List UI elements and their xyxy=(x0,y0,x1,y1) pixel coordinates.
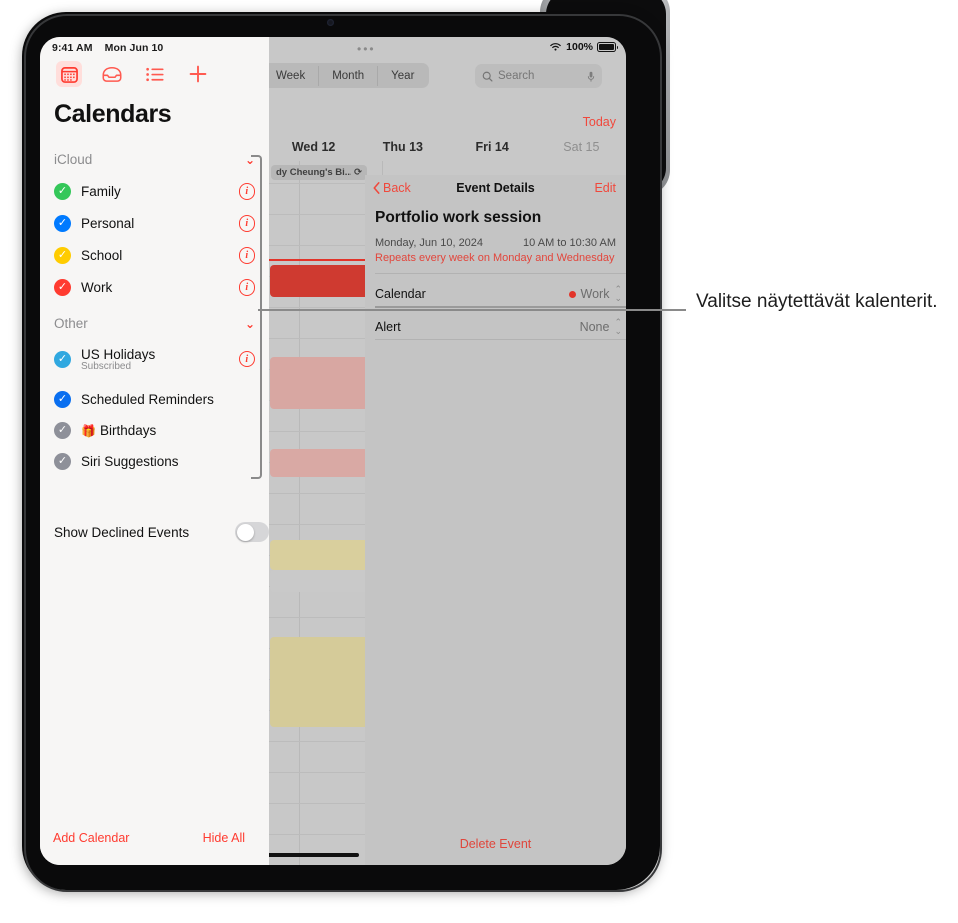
checkmark-icon[interactable]: ✓ xyxy=(54,247,71,264)
callout-leader-line xyxy=(258,309,686,311)
section-label: Other xyxy=(54,316,88,331)
section-label: iCloud xyxy=(54,152,93,167)
segment-week[interactable]: Week xyxy=(263,66,318,86)
day-header-sat[interactable]: Sat 15 xyxy=(537,140,626,161)
add-calendar-button[interactable]: Add Calendar xyxy=(53,831,129,845)
detail-row-key: Calendar xyxy=(375,287,426,301)
segment-month[interactable]: Month xyxy=(318,65,377,86)
show-declined-label: Show Declined Events xyxy=(54,524,190,540)
edit-button[interactable]: Edit xyxy=(594,181,616,195)
sidebar-item-personal[interactable]: ✓ Personal i xyxy=(54,209,255,238)
event-time: 10 AM to 10:30 AM xyxy=(523,237,616,249)
all-day-event-label: dy Cheung's Bi... xyxy=(276,167,352,178)
detail-row-alert[interactable]: Alert None ⌃ ⌄ xyxy=(375,318,622,336)
delete-event-button[interactable]: Delete Event xyxy=(365,837,626,851)
alert-value: None xyxy=(579,320,610,334)
day-header-fri[interactable]: Fri 14 xyxy=(448,140,537,161)
calendar-color-dot xyxy=(568,290,576,298)
list-view-icon[interactable] xyxy=(142,61,168,87)
front-camera-icon xyxy=(327,19,334,26)
status-bar-right: 100% xyxy=(549,41,619,53)
checkmark-icon[interactable]: ✓ xyxy=(54,453,71,470)
today-button[interactable]: Today xyxy=(583,115,616,129)
sidebar-item-work[interactable]: ✓ Work i xyxy=(54,273,255,302)
event-details-navbar: Back Event Details Edit xyxy=(365,175,626,203)
updown-chevron-icon[interactable]: ⌃ ⌄ xyxy=(614,318,622,336)
page-title: Calendars xyxy=(54,100,172,128)
sidebar-item-siri-suggestions[interactable]: ✓ Siri Suggestions xyxy=(54,447,255,476)
detail-row-key: Alert xyxy=(375,320,401,334)
checkmark-icon[interactable]: ✓ xyxy=(54,422,71,439)
event-datetime: Monday, Jun 10, 2024 10 AM to 10:30 AM xyxy=(375,237,616,249)
calendar-name-label: Family xyxy=(81,184,121,199)
all-day-event-chip[interactable]: dy Cheung's Bi... ⟳ xyxy=(271,165,367,180)
view-mode-segmented-control[interactable]: Week Month Year xyxy=(261,63,430,88)
detail-row-calendar[interactable]: Calendar Work ⌃ ⌄ xyxy=(375,285,622,303)
microphone-icon xyxy=(587,71,595,82)
sidebar-item-us-holidays[interactable]: ✓ US Holidays Subscribed i xyxy=(54,342,255,376)
day-header-row: Wed 12 Thu 13 Fri 14 Sat 15 xyxy=(269,140,626,161)
sidebar-item-school[interactable]: ✓ School i xyxy=(54,241,255,270)
wifi-icon xyxy=(550,43,561,51)
show-declined-toggle[interactable] xyxy=(235,522,269,542)
calendar-name-label: Scheduled Reminders xyxy=(81,392,214,407)
sidebar-item-family[interactable]: ✓ Family i xyxy=(54,177,255,206)
day-header-thu[interactable]: Thu 13 xyxy=(358,140,447,161)
status-bar-left: 9:41 AM Mon Jun 10 xyxy=(52,42,163,54)
status-time: 9:41 AM xyxy=(52,42,93,54)
calendar-name-label: Work xyxy=(81,280,113,295)
calendar-subtitle: Subscribed xyxy=(81,360,132,372)
sidebar-item-scheduled-reminders[interactable]: ✓ Scheduled Reminders xyxy=(54,385,255,414)
calendar-name-label: Siri Suggestions xyxy=(81,454,179,469)
detail-row-value: None ⌃ ⌄ xyxy=(580,318,622,336)
inbox-icon[interactable] xyxy=(99,61,125,87)
event-details-panel: Back Event Details Edit Portfolio work s… xyxy=(365,175,626,865)
ipad-screen: ••• 100% Week Month Year Search Today We… xyxy=(40,37,626,865)
checkmark-icon[interactable]: ✓ xyxy=(54,391,71,408)
event-title: Portfolio work session xyxy=(375,209,542,226)
calendars-sidebar: 9:41 AM Mon Jun 10 Calendars iCloud ⌄ ✓ xyxy=(40,37,269,865)
gift-icon: 🎁 xyxy=(81,423,96,438)
calendar-title: US Holidays xyxy=(81,346,156,362)
checkmark-icon[interactable]: ✓ xyxy=(54,215,71,232)
multitask-grabber-icon[interactable]: ••• xyxy=(357,43,376,55)
divider xyxy=(375,306,626,308)
status-date: Mon Jun 10 xyxy=(104,42,164,54)
battery-icon xyxy=(597,42,619,52)
section-header-icloud[interactable]: iCloud ⌄ xyxy=(54,152,255,167)
segment-year[interactable]: Year xyxy=(377,65,427,86)
checkmark-icon[interactable]: ✓ xyxy=(54,183,71,200)
search-placeholder: Search xyxy=(498,70,535,82)
show-declined-events-row[interactable]: Show Declined Events xyxy=(54,522,269,542)
checkmark-icon[interactable]: ✓ xyxy=(54,279,71,296)
checkmark-icon[interactable]: ✓ xyxy=(54,350,71,368)
search-field[interactable]: Search xyxy=(475,64,602,88)
calendar-name-label: Birthdays xyxy=(99,423,157,438)
callout-text: Valitse näytettävät kalenterit. xyxy=(696,291,938,312)
calendar-name-label: Personal xyxy=(81,216,135,231)
calendar-name: Work xyxy=(580,287,610,301)
sidebar-item-birthdays[interactable]: ✓ 🎁 Birthdays xyxy=(54,416,255,445)
calendar-name-label: School xyxy=(81,248,123,263)
sidebar-footer: Add Calendar Hide All xyxy=(40,819,269,865)
add-icon[interactable] xyxy=(185,61,211,87)
calendar-name-label: US Holidays Subscribed xyxy=(81,347,239,372)
search-icon xyxy=(482,71,493,82)
callout-bracket xyxy=(251,155,262,479)
detail-row-value: Work ⌃ ⌄ xyxy=(568,285,622,303)
divider xyxy=(375,339,626,340)
repeat-icon: ⟳ xyxy=(354,167,362,178)
sidebar-toolbar xyxy=(56,61,211,87)
updown-chevron-icon[interactable]: ⌃ ⌄ xyxy=(614,285,622,303)
event-date: Monday, Jun 10, 2024 xyxy=(375,237,484,249)
event-details-title: Event Details xyxy=(456,181,535,195)
section-header-other[interactable]: Other ⌄ xyxy=(54,316,255,331)
hide-all-button[interactable]: Hide All xyxy=(203,831,245,845)
calendar-view-icon[interactable] xyxy=(56,61,82,87)
day-header-wed[interactable]: Wed 12 xyxy=(269,140,358,161)
event-repeat-rule: Repeats every week on Monday and Wednesd… xyxy=(375,252,615,264)
battery-percent-label: 100% xyxy=(566,41,593,53)
divider xyxy=(375,273,626,274)
